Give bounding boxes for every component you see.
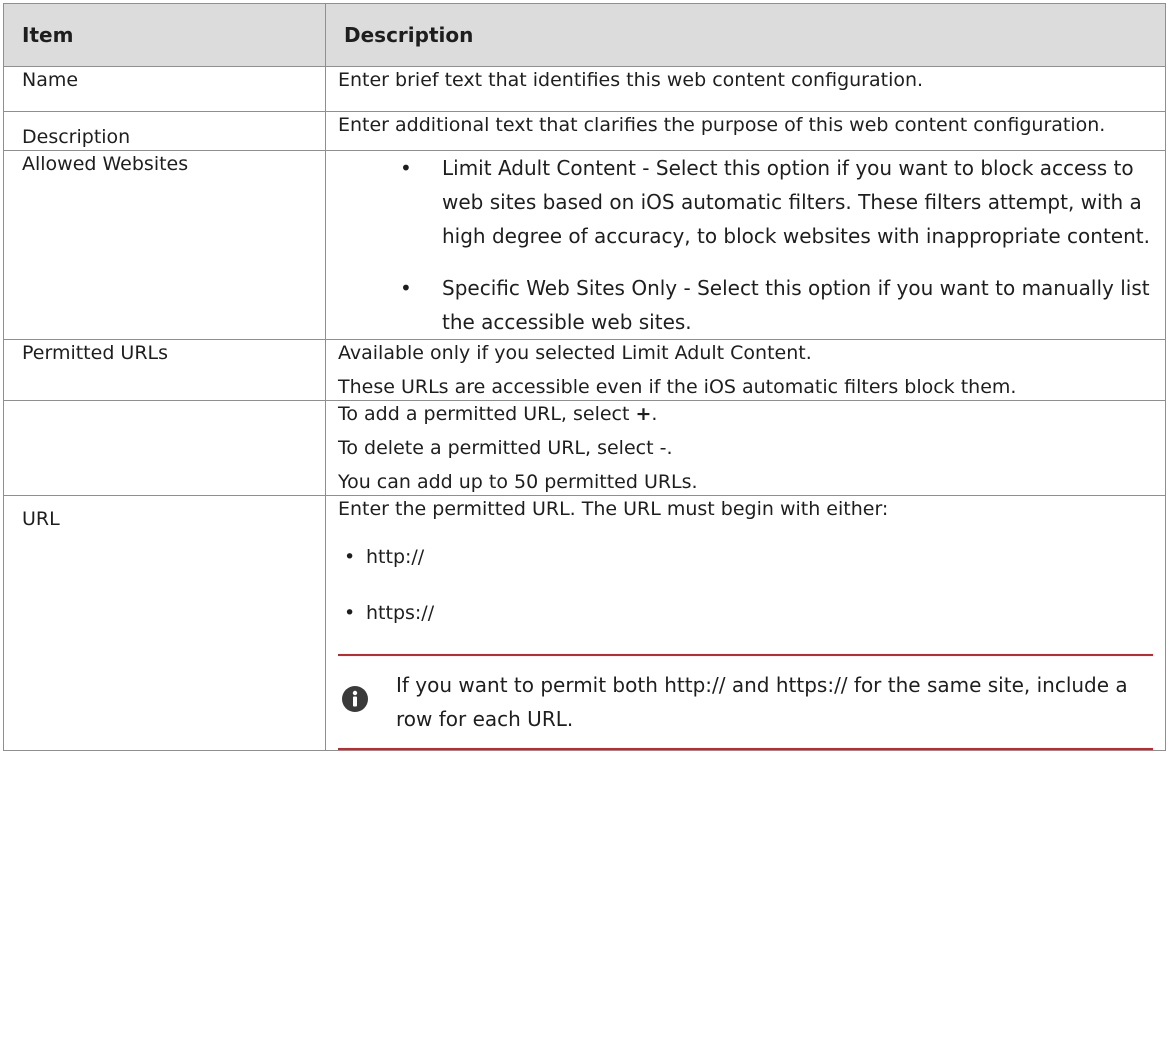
option-specific-web-sites: Specific Web Sites Only - Select this op… [442,276,1150,334]
list-item: • Limit Adult Content - Select this opti… [338,151,1153,253]
row-item-permitted-urls: Permitted URLs [3,339,326,401]
row-item-allowed-websites: Allowed Websites [3,150,326,340]
row-item-empty [3,400,326,496]
option-limit-adult-content: Limit Adult Content - Select this option… [442,156,1150,248]
bullet-icon: • [344,602,356,624]
permitted-line-2: These URLs are accessible even if the iO… [338,376,1017,398]
row-item-url: URL [3,495,326,751]
note-text: If you want to permit both http:// and h… [396,673,1128,731]
url-prefix-http: http:// [366,546,425,568]
list-item: • http:// [338,544,1153,570]
delete-url-line: To delete a permitted URL, select -. [338,437,673,459]
row-desc-permitted-urls: Available only if you selected Limit Adu… [325,339,1166,401]
list-item: • Specific Web Sites Only - Select this … [338,271,1153,339]
table-row: Name Enter brief text that identifies th… [3,66,1166,112]
url-intro: Enter the permitted URL. The URL must be… [338,498,889,520]
limit-url-line: You can add up to 50 permitted URLs. [338,471,698,493]
add-url-suffix: . [651,403,658,425]
table-row: To add a permitted URL, select +. To del… [3,400,1166,496]
plus-symbol: + [635,403,652,425]
info-note: If you want to permit both http:// and h… [338,654,1153,750]
url-prefix-list: • http:// • https:// [338,544,1153,626]
table-row: Permitted URLs Available only if you sel… [3,339,1166,401]
header-description: Description [325,3,1166,67]
bullet-icon: • [344,546,356,568]
info-icon [342,686,368,712]
row-desc-url: Enter the permitted URL. The URL must be… [325,495,1166,751]
table-row: Description Enter additional text that c… [3,111,1166,151]
allowed-options-list: • Limit Adult Content - Select this opti… [338,151,1153,339]
add-url-prefix: To add a permitted URL, select [338,403,636,425]
row-item-name: Name [3,66,326,112]
settings-table: Item Description Name Enter brief text t… [3,3,1166,751]
list-item: • https:// [338,600,1153,626]
row-desc-name: Enter brief text that identifies this we… [325,66,1166,112]
bullet-icon: • [400,276,412,300]
doc-table-wrapper: Item Description Name Enter brief text t… [0,0,1166,751]
table-header-row: Item Description [3,3,1166,67]
url-prefix-https: https:// [366,602,435,624]
row-desc-add-delete: To add a permitted URL, select +. To del… [325,400,1166,496]
permitted-line-1: Available only if you selected Limit Adu… [338,342,812,364]
row-item-description: Description [3,111,326,151]
table-row: Allowed Websites • Limit Adult Content -… [3,150,1166,340]
table-row: URL Enter the permitted URL. The URL mus… [3,495,1166,751]
add-url-line: To add a permitted URL, select +. [338,401,1153,427]
row-desc-allowed-websites: • Limit Adult Content - Select this opti… [325,150,1166,340]
row-desc-description: Enter additional text that clarifies the… [325,111,1166,151]
bullet-icon: • [400,156,412,180]
header-item: Item [3,3,326,67]
